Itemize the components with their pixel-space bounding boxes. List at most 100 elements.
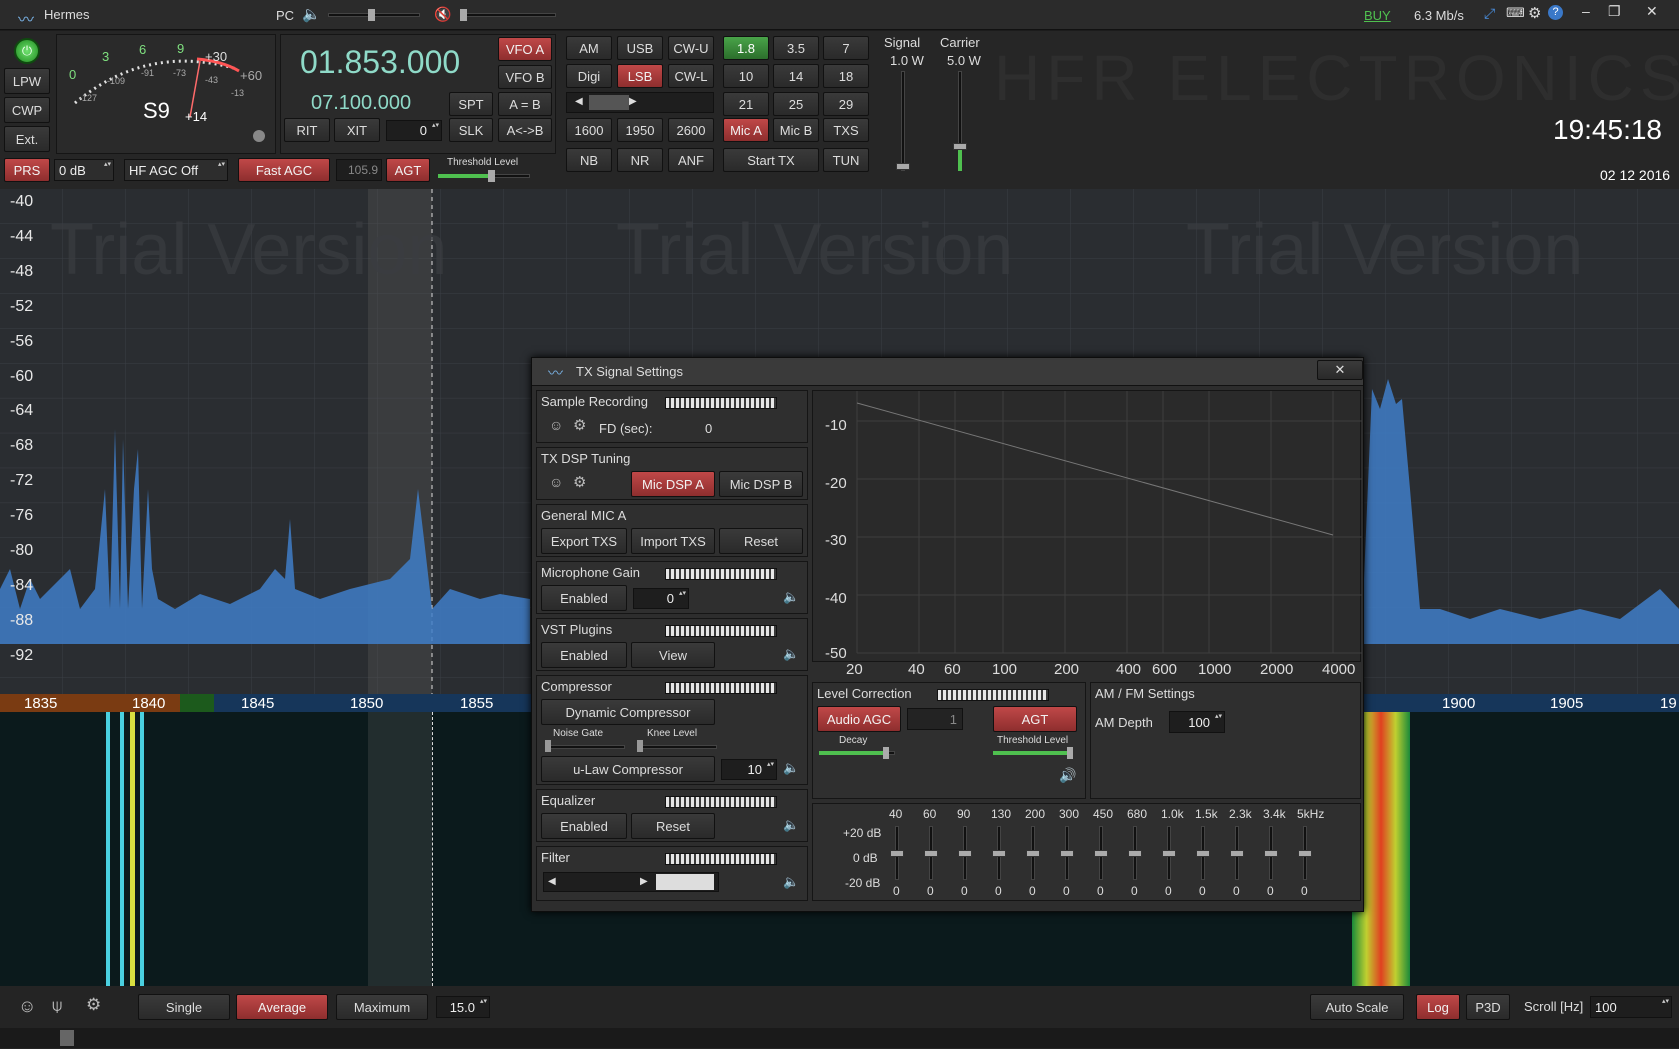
eq-band-knob[interactable]	[1060, 850, 1074, 857]
mode-am[interactable]: AM	[566, 36, 612, 60]
vst-view-button[interactable]: View	[631, 642, 715, 668]
user-icon[interactable]: ☺	[549, 417, 563, 433]
export-txs-button[interactable]: Export TXS	[541, 528, 627, 554]
vfo-b-button[interactable]: VFO B	[498, 65, 552, 89]
gear-icon[interactable]: ⚙	[1528, 4, 1541, 22]
slk-button[interactable]: SLK	[449, 118, 493, 142]
decay-knob[interactable]	[883, 747, 889, 759]
antenna-icon[interactable]: ⍦	[52, 996, 62, 1016]
agc-value-field[interactable]: 105.9	[336, 159, 382, 181]
eq-band-knob[interactable]	[992, 850, 1006, 857]
dialog-close-button[interactable]: ✕	[1317, 360, 1363, 380]
agt-button[interactable]: AGT	[386, 158, 430, 182]
carrier-slider-knob[interactable]	[953, 143, 967, 150]
band-1-8[interactable]: 1.8	[723, 36, 769, 60]
auto-scale-button[interactable]: Auto Scale	[1310, 994, 1404, 1020]
mode-digi[interactable]: Digi	[566, 64, 612, 88]
knee-level-knob[interactable]	[637, 740, 643, 752]
ext-button[interactable]: Ext.	[4, 126, 50, 152]
mute-icon[interactable]: 🔇	[434, 6, 451, 23]
mode-lsb[interactable]: LSB	[617, 64, 663, 88]
bottom-scroll-thumb[interactable]	[60, 1030, 74, 1046]
mode-usb[interactable]: USB	[617, 36, 663, 60]
monitor-volume-knob[interactable]	[460, 9, 467, 21]
single-button[interactable]: Single	[138, 994, 230, 1020]
filter-range-scrollbar[interactable]: ◀ ▶	[543, 872, 719, 892]
band-25[interactable]: 25	[773, 92, 819, 116]
close-window-icon[interactable]: ✕	[1646, 3, 1658, 20]
am-depth-spinner[interactable]: 100	[1169, 711, 1225, 733]
noise-gate-slider[interactable]	[545, 745, 625, 749]
film-reel-icon[interactable]: ⚙	[86, 995, 101, 1015]
minimize-icon[interactable]: –	[1582, 3, 1590, 19]
scroll-thumb[interactable]	[589, 95, 629, 110]
txs-button[interactable]: TXS	[823, 118, 869, 142]
scroll-right-icon[interactable]: ▶	[629, 96, 637, 107]
band-7[interactable]: 7	[823, 36, 869, 60]
band-18[interactable]: 18	[823, 64, 869, 88]
eq-band-knob[interactable]	[1230, 850, 1244, 857]
filter-1600[interactable]: 1600	[566, 118, 612, 142]
filter-right-icon[interactable]: ▶	[640, 876, 648, 887]
nr-button[interactable]: NR	[617, 148, 663, 172]
spt-button[interactable]: SPT	[449, 92, 493, 116]
mic-gain-speaker-icon[interactable]: 🔈	[783, 589, 799, 605]
eq-band-knob[interactable]	[1298, 850, 1312, 857]
noise-gate-knob[interactable]	[545, 740, 551, 752]
fullscreen-icon[interactable]: ⤢	[1484, 5, 1495, 22]
power-button[interactable]: ⏻	[14, 38, 40, 64]
a-equals-b-button[interactable]: A = B	[498, 92, 552, 116]
scroll-left-icon[interactable]: ◀	[575, 96, 583, 107]
gain-select[interactable]: 0 dB	[54, 159, 114, 181]
eq-enabled-button[interactable]: Enabled	[541, 813, 627, 839]
eq-band-knob[interactable]	[958, 850, 972, 857]
filter-left-icon[interactable]: ◀	[548, 876, 556, 887]
dialog-title-bar[interactable]: 〰 TX Signal Settings ✕	[532, 358, 1363, 386]
xit-button[interactable]: XIT	[334, 118, 380, 142]
monitor-volume-slider[interactable]	[460, 13, 556, 17]
mic-b-button[interactable]: Mic B	[773, 118, 819, 142]
pc-volume-knob[interactable]	[368, 9, 375, 21]
filter-1950[interactable]: 1950	[617, 118, 663, 142]
eq-band-knob[interactable]	[1128, 850, 1142, 857]
operator-icon[interactable]: ☺	[18, 996, 36, 1017]
level-speaker-icon[interactable]: 🔊	[1059, 767, 1076, 784]
threshold-knob[interactable]	[488, 170, 495, 182]
filter-speaker-icon[interactable]: 🔈	[783, 874, 799, 890]
filter-range-thumb[interactable]	[656, 874, 714, 890]
anf-button[interactable]: ANF	[668, 148, 714, 172]
vst-speaker-icon[interactable]: 🔈	[783, 646, 799, 662]
cwp-button[interactable]: CWP	[4, 97, 50, 123]
log-button[interactable]: Log	[1416, 994, 1460, 1020]
eq-band-knob[interactable]	[1162, 850, 1176, 857]
agc-mode-select[interactable]: HF AGC Off	[124, 159, 228, 181]
mic-gain-spinner[interactable]: 0	[633, 588, 689, 609]
rit-offset-spinner[interactable]: 0	[386, 120, 442, 141]
dsp-reel-icon[interactable]: ⚙	[573, 473, 586, 491]
mic-a-button[interactable]: Mic A	[723, 118, 769, 142]
vfo-b-frequency[interactable]: 07.100.000	[311, 92, 411, 115]
mode-cwl[interactable]: CW-L	[668, 64, 714, 88]
mic-reset-button[interactable]: Reset	[719, 528, 803, 554]
eq-band-knob[interactable]	[924, 850, 938, 857]
band-21[interactable]: 21	[723, 92, 769, 116]
lpw-button[interactable]: LPW	[4, 68, 50, 94]
fd-value[interactable]: 0	[705, 421, 712, 436]
maximum-button[interactable]: Maximum	[336, 994, 428, 1020]
tun-button[interactable]: TUN	[823, 148, 869, 172]
eq-band-knob[interactable]	[1026, 850, 1040, 857]
dynamic-compressor-button[interactable]: Dynamic Compressor	[541, 699, 715, 725]
eq-band-knob[interactable]	[1094, 850, 1108, 857]
scroll-value-select[interactable]: 100	[1590, 996, 1672, 1018]
eq-band-knob[interactable]	[890, 850, 904, 857]
fast-agc-button[interactable]: Fast AGC	[238, 158, 330, 182]
import-txs-button[interactable]: Import TXS	[631, 528, 715, 554]
speaker-icon[interactable]: 🔈	[302, 5, 321, 23]
maximize-icon[interactable]: ❐	[1608, 3, 1621, 20]
band-29[interactable]: 29	[823, 92, 869, 116]
eq-speaker-icon[interactable]: 🔈	[783, 817, 799, 833]
start-tx-button[interactable]: Start TX	[723, 148, 819, 172]
rit-button[interactable]: RIT	[284, 118, 330, 142]
average-button[interactable]: Average	[236, 994, 328, 1020]
dsp-user-icon[interactable]: ☺	[549, 474, 563, 490]
